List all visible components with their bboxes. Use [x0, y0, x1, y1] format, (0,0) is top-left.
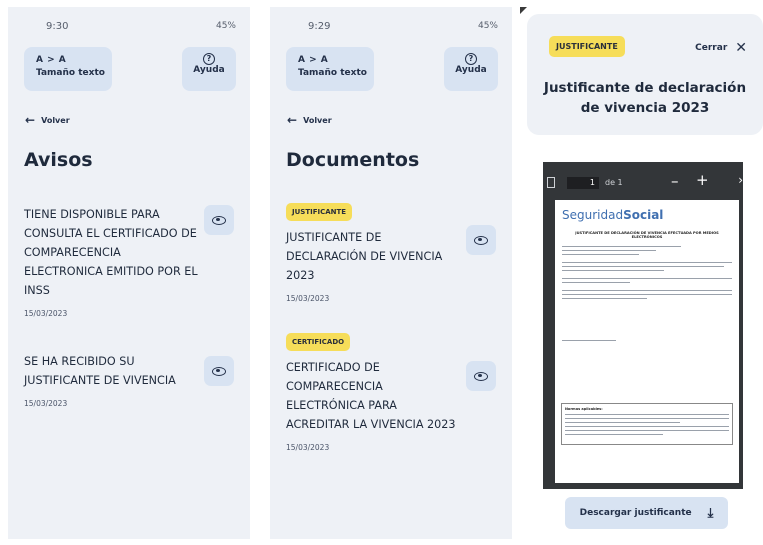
sidebar-toggle-icon[interactable]	[547, 177, 555, 188]
back-button[interactable]: ← Volver	[25, 113, 250, 127]
notice-item: TIENE DISPONIBLE PARA CONSULTA EL CERTIF…	[24, 205, 234, 318]
close-label: Cerrar	[695, 43, 728, 53]
document-text: JUSTIFICANTE DE DECLARACIÓN DE VIVENCIA …	[286, 231, 443, 282]
help-label: Ayuda	[455, 65, 487, 75]
page-number-input[interactable]: 1	[567, 177, 599, 189]
battery-level: 45%	[477, 21, 498, 31]
eye-icon	[212, 215, 226, 225]
help-button[interactable]: ? Ayuda	[444, 47, 498, 91]
eye-icon	[474, 235, 488, 245]
regulations-box: Normas aplicables:	[561, 403, 733, 445]
zoom-in-icon[interactable]: +	[696, 171, 709, 189]
document-type-badge: JUSTIFICANTE	[549, 36, 625, 57]
arrow-left-icon: ←	[25, 113, 36, 127]
page-count: de 1	[605, 178, 623, 187]
pdf-viewer[interactable]: 1 de 1 – + › SeguridadSocial JUSTIFICANT…	[543, 162, 743, 489]
text-size-label: Tamaño texto	[298, 68, 367, 78]
status-time: 9:29	[308, 20, 331, 32]
question-icon: ?	[203, 53, 215, 65]
preview-header: JUSTIFICANTE Cerrar ✕ Justificante de de…	[527, 14, 763, 135]
zoom-out-icon[interactable]: –	[671, 172, 679, 190]
text-line	[562, 249, 656, 251]
document-item: CERTIFICADO CERTIFICADO DE COMPARECENCIA…	[286, 329, 496, 452]
view-button[interactable]	[204, 205, 234, 235]
text-line	[562, 289, 732, 291]
text-line	[562, 261, 732, 263]
download-icon: ⤓	[707, 505, 714, 521]
status-bar: 9:29 45%	[270, 7, 512, 45]
screen-avisos: 9:30 45% A > A Tamaño texto ? Ayuda ← Vo…	[8, 7, 250, 539]
preview-title: Justificante de declaración de vivencia …	[543, 80, 747, 116]
text-line	[565, 433, 664, 435]
text-line	[565, 429, 729, 431]
notice-date: 15/03/2023	[24, 399, 68, 408]
document-date: 15/03/2023	[286, 443, 330, 452]
question-icon: ?	[465, 53, 477, 65]
arrow-left-icon: ←	[287, 113, 298, 127]
document-date: 15/03/2023	[286, 294, 330, 303]
screen-documentos: 9:29 45% A > A Tamaño texto ? Ayuda ← Vo…	[270, 7, 512, 539]
screen-document-preview: JUSTIFICANTE Cerrar ✕ Justificante de de…	[520, 0, 763, 545]
notice-text: TIENE DISPONIBLE PARA CONSULTA EL CERTIF…	[24, 208, 198, 297]
close-button[interactable]: Cerrar ✕	[695, 40, 747, 56]
text-size-icon: A > A	[298, 55, 329, 65]
back-button[interactable]: ← Volver	[287, 113, 512, 127]
text-line	[565, 425, 729, 427]
text-size-icon: A > A	[36, 55, 67, 65]
document-heading: JUSTIFICANTE DE DECLARACIÓN DE VIVENCIA …	[575, 231, 719, 239]
back-label: Volver	[303, 115, 332, 125]
view-button[interactable]	[466, 225, 496, 255]
document-type-badge: CERTIFICADO	[286, 333, 351, 351]
seguridad-social-logo: SeguridadSocial	[562, 208, 664, 222]
view-button[interactable]	[204, 356, 234, 386]
more-icon[interactable]: ›	[738, 173, 743, 187]
text-size-button[interactable]: A > A Tamaño texto	[286, 47, 374, 91]
download-button[interactable]: Descargar justificante ⤓	[565, 497, 728, 529]
corner-mark	[520, 7, 527, 14]
close-icon: ✕	[735, 40, 747, 56]
status-bar: 9:30 45%	[8, 7, 250, 45]
text-line	[562, 339, 617, 341]
text-line	[562, 277, 732, 279]
text-line	[565, 421, 680, 423]
text-line	[562, 265, 724, 267]
pdf-page: SeguridadSocial JUSTIFICANTE DE DECLARAC…	[555, 200, 739, 483]
document-type-badge: JUSTIFICANTE	[286, 203, 353, 221]
text-line	[565, 413, 729, 415]
page-title: Documentos	[286, 149, 420, 171]
battery-level: 45%	[215, 21, 236, 31]
text-line	[565, 417, 729, 419]
download-label: Descargar justificante	[579, 508, 692, 518]
help-label: Ayuda	[193, 65, 225, 75]
text-line	[562, 245, 681, 247]
notice-text: SE HA RECIBIDO SU JUSTIFICANTE DE VIVENC…	[24, 355, 176, 387]
notice-item: SE HA RECIBIDO SU JUSTIFICANTE DE VIVENC…	[24, 352, 234, 408]
notice-date: 15/03/2023	[24, 309, 68, 318]
document-text: CERTIFICADO DE COMPARECENCIA ELECTRÓNICA…	[286, 361, 456, 431]
view-button[interactable]	[466, 361, 496, 391]
back-label: Volver	[41, 115, 70, 125]
text-line	[562, 293, 732, 295]
text-size-label: Tamaño texto	[36, 68, 105, 78]
regulations-title: Normas aplicables:	[565, 407, 603, 411]
help-button[interactable]: ? Ayuda	[182, 47, 236, 91]
pdf-toolbar: 1 de 1 – + ›	[543, 162, 743, 204]
eye-icon	[212, 366, 226, 376]
eye-icon	[474, 371, 488, 381]
document-item: JUSTIFICANTE JUSTIFICANTE DE DECLARACIÓN…	[286, 199, 496, 303]
status-time: 9:30	[46, 20, 69, 32]
text-size-button[interactable]: A > A Tamaño texto	[24, 47, 112, 91]
page-title: Avisos	[24, 149, 93, 171]
